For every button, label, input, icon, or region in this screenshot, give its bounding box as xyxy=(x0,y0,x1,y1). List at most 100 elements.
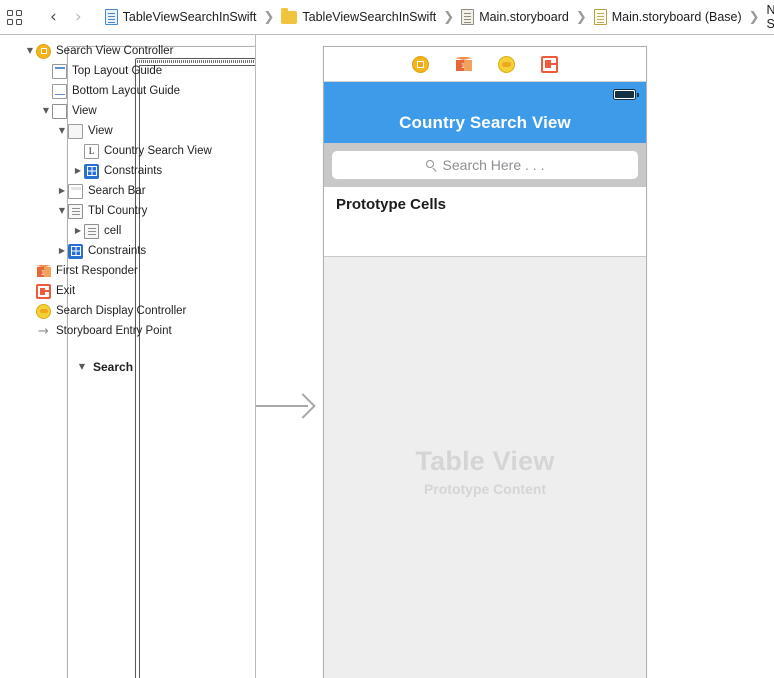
outline-row-search-display-controller[interactable]: ▶ Search Display Controller xyxy=(0,301,255,321)
view-controller-icon xyxy=(36,43,51,59)
view-controller-scene[interactable]: 1 Country Search View Search Here . . . … xyxy=(323,46,647,678)
disclosure-triangle-icon[interactable]: ▶ xyxy=(72,227,84,235)
outline-row-search-bar[interactable]: ▶ Search Bar xyxy=(0,181,255,201)
disclosure-triangle-icon[interactable]: ▼ xyxy=(56,207,68,215)
breadcrumb-label: Main.storyboard xyxy=(479,10,569,24)
magnifier-icon xyxy=(425,159,437,171)
disclosure-triangle-icon[interactable]: ▶ xyxy=(56,247,68,255)
breadcrumb-label: Main.storyboard (Base) xyxy=(611,10,742,24)
outline-row-label: Top Layout Guide xyxy=(72,65,163,77)
disclosure-triangle-icon: ▶ xyxy=(40,87,52,95)
outline-row-label: Exit xyxy=(56,285,76,297)
outline-row-first-responder[interactable]: ▶ 1 First Responder xyxy=(0,261,255,281)
bottom-layout-guide-icon xyxy=(52,83,67,99)
view-icon xyxy=(52,103,67,119)
outline-row-cell[interactable]: ▶ cell xyxy=(0,221,255,241)
storyboard-entry-point-icon: → xyxy=(38,323,49,339)
constraints-icon xyxy=(68,243,83,259)
search-display-controller-icon xyxy=(36,303,51,319)
outline-row-constraints-outer[interactable]: ▶ Constraints xyxy=(0,241,255,261)
outline-row-label: Search View Controller xyxy=(56,45,174,57)
back-button[interactable]: ‹ xyxy=(41,8,66,26)
storyboard-canvas[interactable]: 1 Country Search View Search Here . . . … xyxy=(256,35,774,678)
exit-icon xyxy=(36,283,51,299)
prototype-cell[interactable]: Prototype Cells xyxy=(324,187,646,257)
first-responder-icon: 1 xyxy=(36,264,51,279)
outline-row-label: Tbl Country xyxy=(88,205,148,217)
outline-row-label: Storyboard Entry Point xyxy=(56,325,172,337)
outline-row-top-layout-guide[interactable]: ▶ Top Layout Guide xyxy=(0,61,255,81)
folder-icon xyxy=(281,7,298,24)
breadcrumb-item-storyboard[interactable]: Main.storyboard xyxy=(461,9,569,25)
outline-row-label: Search Display Controller xyxy=(56,305,187,317)
navigation-bar-title: Country Search View xyxy=(399,113,571,132)
table-view-icon xyxy=(68,203,83,219)
outline-row-view-child[interactable]: ▼ View xyxy=(0,121,255,141)
top-layout-guide-icon xyxy=(52,63,67,79)
view-controller-dock-icon[interactable] xyxy=(412,55,429,73)
outline-row-bottom-layout-guide[interactable]: ▶ Bottom Layout Guide xyxy=(0,81,255,101)
editor-area: ▼ Search View Controller Scene ➜ ▼ Searc… xyxy=(0,35,774,678)
grid-cell xyxy=(7,18,13,25)
exit-dock-icon[interactable] xyxy=(541,55,558,73)
breadcrumb-label: TableViewSearchInSwift xyxy=(122,10,257,24)
breadcrumb: TableViewSearchInSwift ❯ TableViewSearch… xyxy=(104,3,774,31)
breadcrumb-item-no-selection[interactable]: No Selection xyxy=(767,3,774,31)
disclosure-triangle-icon[interactable]: ▶ xyxy=(56,187,68,195)
breadcrumb-label: TableViewSearchInSwift xyxy=(302,10,437,24)
outline-row-country-search-view[interactable]: ▶ L Country Search View xyxy=(0,141,255,161)
outline-row-label: First Responder xyxy=(56,265,138,277)
disclosure-triangle-icon[interactable]: ▼ xyxy=(76,362,88,371)
breadcrumb-item-project[interactable]: TableViewSearchInSwift xyxy=(104,9,257,25)
disclosure-triangle-icon: ▶ xyxy=(24,267,36,275)
breadcrumb-separator: ❯ xyxy=(263,9,275,25)
outline-row-constraints-inner[interactable]: ▶ Constraints xyxy=(0,161,255,181)
disclosure-triangle-icon[interactable]: ▼ xyxy=(24,47,36,55)
search-display-controller-dock-icon[interactable] xyxy=(498,55,515,73)
table-view-title: Table View xyxy=(415,446,555,476)
disclosure-triangle-icon: ▶ xyxy=(72,147,84,155)
disclosure-triangle-icon: ▶ xyxy=(24,287,36,295)
search-bar-icon xyxy=(68,183,83,199)
table-cell-icon xyxy=(84,223,99,239)
outline-row-label: View xyxy=(72,105,97,117)
jump-bar: ‹ › TableViewSearchInSwift ❯ TableViewSe… xyxy=(0,0,774,35)
disclosure-triangle-icon[interactable]: ▼ xyxy=(40,107,52,115)
grid-cell xyxy=(7,9,13,16)
constraints-icon xyxy=(84,163,99,179)
cube-number: 1 xyxy=(41,269,45,277)
disclosure-triangle-icon: ▶ xyxy=(24,327,36,335)
outline-row-search-view-controller[interactable]: ▼ Search View Controller xyxy=(0,41,255,61)
outline-row-view[interactable]: ▼ View xyxy=(0,101,255,121)
first-responder-dock-icon[interactable]: 1 xyxy=(455,56,472,73)
scene-dock: 1 xyxy=(324,47,646,82)
storyboard-entry-arrow xyxy=(256,393,320,419)
blue-document-icon xyxy=(104,9,118,25)
outline-row-label: Constraints xyxy=(104,165,163,177)
table-view-placeholder[interactable]: Table View Prototype Content xyxy=(324,257,646,678)
breadcrumb-separator: ❯ xyxy=(575,9,587,25)
disclosure-triangle-icon[interactable]: ▶ xyxy=(72,167,84,175)
search-placeholder: Search Here . . . xyxy=(442,157,545,173)
forward-button[interactable]: › xyxy=(66,8,91,26)
search-bar[interactable]: Search Here . . . xyxy=(324,143,646,187)
outline-row-label: Bottom Layout Guide xyxy=(72,85,181,97)
breadcrumb-separator: ❯ xyxy=(443,9,455,25)
outline-row-exit[interactable]: ▶ Exit xyxy=(0,281,255,301)
breadcrumb-item-storyboard-base[interactable]: Main.storyboard (Base) xyxy=(593,9,742,25)
outline-row-label: Country Search View xyxy=(104,145,212,157)
search-input[interactable]: Search Here . . . xyxy=(332,151,638,179)
disclosure-triangle-icon: ▶ xyxy=(24,307,36,315)
navigation-bar[interactable]: Country Search View xyxy=(324,82,646,143)
outline-row-label: View xyxy=(88,125,113,137)
disclosure-triangle-icon[interactable]: ▼ xyxy=(56,127,68,135)
breadcrumb-item-folder[interactable]: TableViewSearchInSwift xyxy=(281,7,437,24)
cube-number: 1 xyxy=(461,62,465,70)
grid-icon[interactable] xyxy=(7,9,22,25)
outline-row-storyboard-entry-point[interactable]: ▶ → Storyboard Entry Point xyxy=(0,321,255,341)
storyboard-document-icon xyxy=(461,9,475,25)
outline-row-tbl-country[interactable]: ▼ Tbl Country xyxy=(0,201,255,221)
outline-row-label: cell xyxy=(104,225,122,237)
view-icon xyxy=(68,123,83,139)
navigation-chevrons: ‹ › xyxy=(41,8,91,26)
